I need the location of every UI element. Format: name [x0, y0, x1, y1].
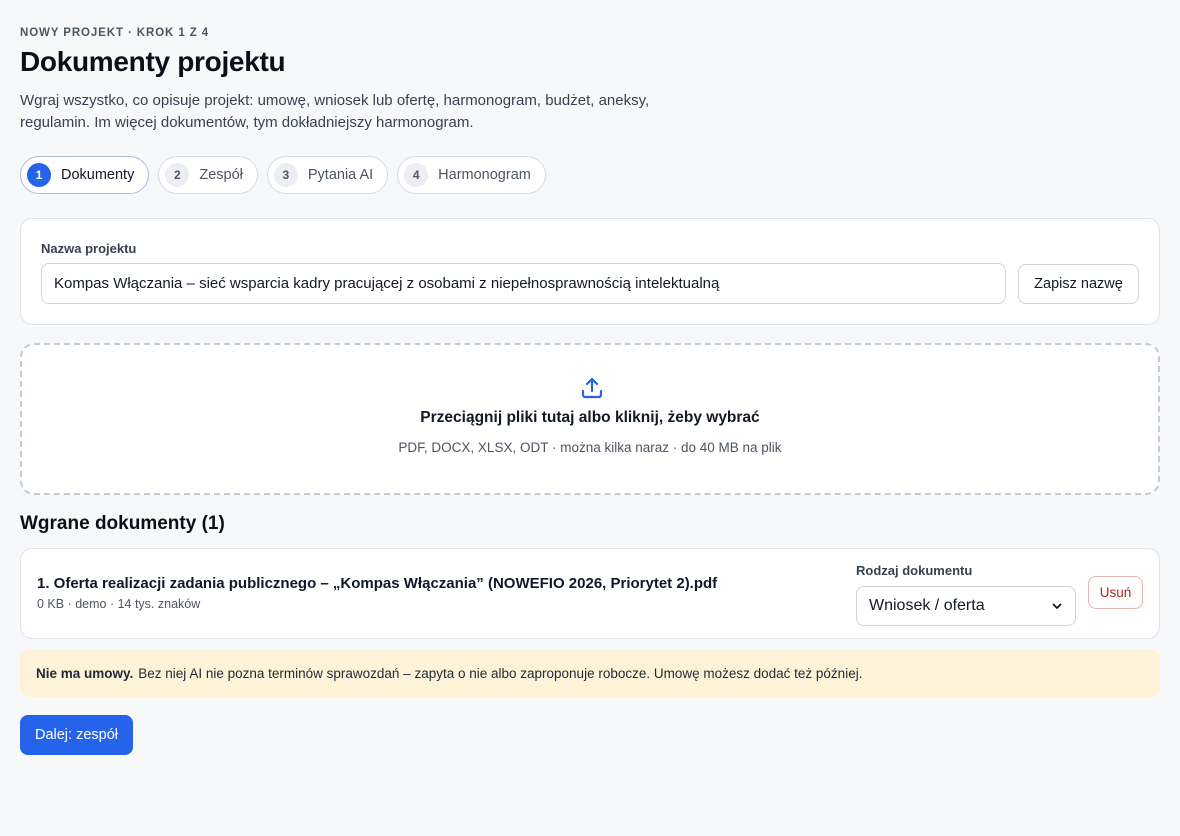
step-team[interactable]: 2 Zespół	[158, 156, 258, 194]
step-label: Zespół	[199, 167, 243, 183]
step-label: Harmonogram	[438, 167, 531, 183]
step-label: Dokumenty	[61, 167, 135, 183]
delete-document-button[interactable]: Usuń	[1088, 576, 1143, 609]
document-item: 1. Oferta realizacji zadania publicznego…	[20, 548, 1160, 639]
dropzone-title: Przeciągnij pliki tutaj albo kliknij, że…	[420, 409, 760, 426]
step-documents[interactable]: 1 Dokumenty	[20, 156, 150, 194]
uploaded-documents-title: Wgrane dokumenty (1)	[20, 513, 225, 534]
step-eyebrow: NOWY PROJEKT · KROK 1 Z 4	[20, 27, 210, 39]
step-number: 3	[273, 163, 298, 187]
page-description: Wgraj wszystko, co opisuje projekt: umow…	[20, 92, 650, 131]
notice-text: Bez niej AI nie pozna terminów sprawozda…	[138, 665, 863, 681]
step-schedule[interactable]: 4 Harmonogram	[397, 156, 546, 194]
project-name-input[interactable]	[41, 263, 1006, 304]
page-title: Dokumenty projektu	[20, 46, 286, 77]
document-type-select[interactable]: Wniosek / oferta	[856, 586, 1076, 626]
document-type-label: Rodzaj dokumentu	[856, 563, 973, 578]
page: NOWY PROJEKT · KROK 1 Z 4 Dokumenty proj…	[0, 0, 1180, 836]
project-name-label: Nazwa projektu	[41, 241, 137, 256]
stepper: 1 Dokumenty 2 Zespół 3 Pytania AI 4 Harm…	[20, 156, 546, 194]
step-number: 1	[27, 163, 51, 187]
step-ai-questions[interactable]: 3 Pytania AI	[266, 156, 389, 194]
chevron-down-icon	[1052, 603, 1062, 609]
notice-heading: Nie ma umowy.	[36, 665, 134, 681]
project-name-card: Nazwa projektu Zapisz nazwę	[20, 218, 1160, 325]
step-label: Pytania AI	[307, 167, 374, 183]
missing-contract-notice: Nie ma umowy. Bez niej AI nie pozna term…	[20, 649, 1160, 697]
dropzone-hint: PDF, DOCX, XLSX, ODT · można kilka naraz…	[398, 440, 782, 455]
file-dropzone[interactable]: Przeciągnij pliki tutaj albo kliknij, że…	[20, 343, 1160, 495]
document-name: 1. Oferta realizacji zadania publicznego…	[37, 575, 718, 592]
step-number: 4	[404, 163, 429, 187]
document-meta: 0 KB · demo · 14 tys. znaków	[37, 597, 201, 611]
step-number: 2	[165, 163, 190, 187]
next-step-button[interactable]: Dalej: zespół	[20, 715, 133, 755]
document-type-value: Wniosek / oferta	[869, 597, 985, 614]
upload-icon	[581, 377, 603, 399]
save-name-button[interactable]: Zapisz nazwę	[1018, 264, 1139, 304]
